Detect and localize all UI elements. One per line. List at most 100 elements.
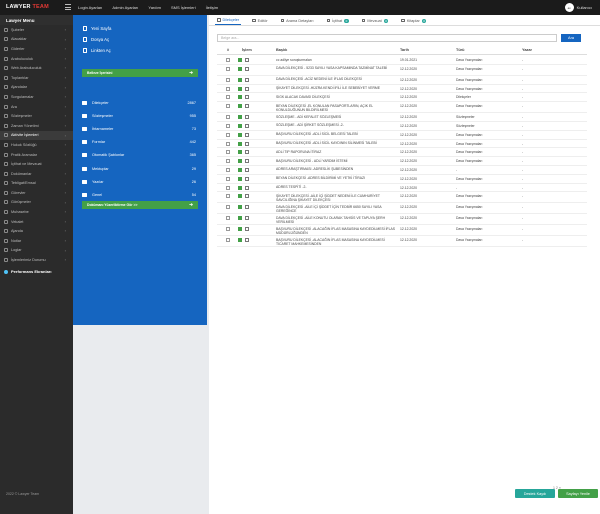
table-row[interactable]: SÖZLEŞME - ADİ KEFALET SÖZLEŞMESİ 12.12.2… bbox=[217, 113, 587, 122]
search-input[interactable]: Belge ara... bbox=[217, 34, 557, 42]
table-row[interactable]: BEYAN DİLEKÇESİ -ADRES BİLDİRİMİ VE YETK… bbox=[217, 175, 587, 184]
sidebar-item-performance[interactable]: Performans Ekranları bbox=[0, 267, 73, 277]
sidebar-item[interactable]: Görüşmeler › bbox=[0, 198, 73, 208]
table-row[interactable]: SÖZLEŞME - ADİ ŞİRKET SÖZLEŞMESİ -2- 12.1… bbox=[217, 122, 587, 131]
edit-icon[interactable] bbox=[238, 115, 242, 120]
row-checkbox[interactable] bbox=[226, 216, 230, 221]
tab[interactable]: İçtihat 0 bbox=[325, 16, 351, 25]
search-button[interactable]: Ara bbox=[561, 34, 581, 42]
table-row[interactable]: BEYAN DİLEKÇESİ -EL KONULAN PASAPORTLARI… bbox=[217, 102, 587, 114]
row-title[interactable]: BAŞVURU DİLEKÇESİ - ADLİ YARDIM İSTEMİ bbox=[276, 159, 396, 163]
tab[interactable]: Arama Detayları bbox=[279, 16, 316, 25]
row-checkbox[interactable] bbox=[226, 77, 230, 82]
content-button[interactable]: Belleze İçerisini ➔ bbox=[82, 69, 198, 77]
sidebar-item[interactable]: Hukuk Sözlüğü › bbox=[0, 140, 73, 150]
row-title[interactable]: BEYAN DİLEKÇESİ -ADRES BİLDİRİMİ VE YETK… bbox=[276, 176, 396, 180]
trash-icon[interactable] bbox=[245, 216, 249, 221]
sidebar-item[interactable]: Arabuluculuk › bbox=[0, 54, 73, 64]
sidebar-item[interactable]: Ara › bbox=[0, 102, 73, 112]
menu-toggle-icon[interactable] bbox=[65, 4, 71, 10]
trash-icon[interactable] bbox=[245, 86, 249, 91]
sidebar-item[interactable]: Giderler › bbox=[0, 44, 73, 54]
sidebar-item[interactable]: Loglar › bbox=[0, 246, 73, 256]
edit-icon[interactable] bbox=[238, 176, 242, 181]
sidebar-item[interactable]: Sorgulamalar › bbox=[0, 92, 73, 102]
trash-icon[interactable] bbox=[245, 141, 249, 146]
sidebar-item[interactable]: Muhasebe › bbox=[0, 207, 73, 217]
category-item[interactable]: Mektuplar 29 bbox=[82, 162, 198, 175]
sidebar-item[interactable]: Pratik Aramalar › bbox=[0, 150, 73, 160]
row-checkbox[interactable] bbox=[226, 66, 230, 71]
edit-icon[interactable] bbox=[238, 141, 242, 146]
open-from-link[interactable]: Linkten Aç bbox=[83, 45, 111, 56]
tab[interactable]: Kitaplar 0 bbox=[399, 16, 428, 25]
table-row[interactable]: ADRES TESPİTİ -2- 12.12.2020 - - bbox=[217, 184, 587, 193]
row-checkbox[interactable] bbox=[226, 176, 230, 181]
edit-icon[interactable] bbox=[238, 66, 242, 71]
table-row[interactable]: SIGK ALACAK DAVASI DİLEKÇESİ 12.12.2020 Di… bbox=[217, 93, 587, 103]
row-checkbox[interactable] bbox=[226, 185, 230, 190]
row-title[interactable]: ADLİ TIP RAPORUNA İTİRAZ bbox=[276, 150, 396, 154]
nav-contact[interactable]: İletişim bbox=[206, 5, 218, 10]
nav-sms[interactable]: SMS İşlemleri bbox=[171, 5, 196, 10]
trash-icon[interactable] bbox=[245, 185, 249, 190]
trash-icon[interactable] bbox=[245, 176, 249, 181]
category-item[interactable]: Sözleşmeler 955 bbox=[82, 109, 198, 122]
app-logo[interactable]: LAWYER TEAM bbox=[6, 4, 49, 10]
table-row[interactable]: DAVA DİLEKÇESİ -AİLE KONUTU OLARAK TAHSİ… bbox=[217, 214, 587, 226]
trash-icon[interactable] bbox=[245, 95, 249, 100]
row-checkbox[interactable] bbox=[226, 86, 230, 91]
edit-icon[interactable] bbox=[238, 238, 242, 243]
view-documents-button[interactable]: Dokümanı Yüzerliktirme Gör >> ➔ bbox=[82, 201, 198, 209]
row-checkbox[interactable] bbox=[226, 141, 230, 146]
row-title[interactable]: SIGK ALACAK DAVASI DİLEKÇESİ bbox=[276, 95, 396, 99]
table-row[interactable]: BAŞVURU DİLEKÇESİ -ADLİ SİCİL BELGESİ TA… bbox=[217, 131, 587, 140]
new-page-link[interactable]: Yeni Sayfa bbox=[83, 23, 111, 34]
row-checkbox[interactable] bbox=[226, 227, 230, 232]
sidebar-item[interactable]: Şubeler › bbox=[0, 25, 73, 35]
row-checkbox[interactable] bbox=[226, 115, 230, 120]
trash-icon[interactable] bbox=[245, 58, 249, 62]
trash-icon[interactable] bbox=[245, 104, 249, 109]
sidebar-item[interactable]: İşlemlerimiz Durumu › bbox=[0, 255, 73, 265]
category-item[interactable]: İhtarnameler 73 bbox=[82, 122, 198, 135]
row-title[interactable]: DAVA DİLEKÇESİ -AİLE KONUTU OLARAK TAHSİ… bbox=[276, 216, 396, 224]
sidebar-item[interactable]: Dokümanlar › bbox=[0, 169, 73, 179]
table-row[interactable]: DAVA DİLEKÇESİ -AİLE İÇİ ŞİDDET İÇİN TED… bbox=[217, 203, 587, 215]
category-item[interactable]: Otomatik Şablonlar 365 bbox=[82, 149, 198, 162]
row-checkbox[interactable] bbox=[226, 150, 230, 155]
sidebar-item[interactable]: Tebligat/Emsal › bbox=[0, 179, 73, 189]
row-checkbox[interactable] bbox=[226, 132, 230, 137]
sidebar-item[interactable]: Web Arabuluculuk › bbox=[0, 63, 73, 73]
row-checkbox[interactable] bbox=[226, 205, 230, 210]
edit-icon[interactable] bbox=[238, 123, 242, 128]
table-row[interactable]: cc adliye soruşturmaları 19.01.2021 Dava Y… bbox=[217, 56, 587, 65]
support-button[interactable]: Destek Kaydı bbox=[515, 489, 555, 498]
nav-login-settings[interactable]: Login Ayarları bbox=[78, 5, 102, 10]
refresh-button[interactable]: Sayfayı Yenile bbox=[558, 489, 598, 498]
row-title[interactable]: BAŞVURU DİLEKÇESİ -ALACAĞIN İFLAS MASASI… bbox=[276, 227, 396, 235]
trash-icon[interactable] bbox=[245, 205, 249, 210]
nav-help[interactable]: Yardım bbox=[148, 5, 161, 10]
row-checkbox[interactable] bbox=[226, 194, 230, 199]
row-title[interactable]: cc adliye soruşturmaları bbox=[276, 58, 396, 62]
row-title[interactable]: ŞİKAYET DİLEKÇESİ -HÜZRA KENDİ İFİLİ İLE… bbox=[276, 86, 396, 90]
col-date[interactable]: Tarih bbox=[400, 48, 409, 52]
row-title[interactable]: DAVA DİLEKÇESİ -ACİZ NEDENİ İLE İFLAS Dİ… bbox=[276, 77, 396, 81]
table-row[interactable]: DAVA DİLEKÇESİ - 5233 SAYILI YASA KAPSAM… bbox=[217, 65, 587, 76]
row-title[interactable]: DAVA DİLEKÇESİ - 5233 SAYILI YASA KAPSAM… bbox=[276, 66, 396, 70]
tab[interactable]: Dilekçeler bbox=[215, 16, 242, 25]
trash-icon[interactable] bbox=[245, 123, 249, 128]
row-title[interactable]: BAŞVURU DİLEKÇESİ -ALACAĞIN İFLAS MASASI… bbox=[276, 238, 396, 246]
table-row[interactable]: DAVA DİLEKÇESİ -ACİZ NEDENİ İLE İFLAS Dİ… bbox=[217, 76, 587, 85]
edit-icon[interactable] bbox=[238, 167, 242, 172]
open-file-link[interactable]: Dosya Aç bbox=[83, 34, 111, 45]
trash-icon[interactable] bbox=[245, 167, 249, 172]
trash-icon[interactable] bbox=[245, 194, 249, 199]
row-checkbox[interactable] bbox=[226, 167, 230, 172]
edit-icon[interactable] bbox=[238, 194, 242, 199]
edit-icon[interactable] bbox=[238, 58, 242, 62]
edit-icon[interactable] bbox=[238, 77, 242, 82]
edit-icon[interactable] bbox=[238, 104, 242, 109]
category-item[interactable]: Formlar 442 bbox=[82, 136, 198, 149]
